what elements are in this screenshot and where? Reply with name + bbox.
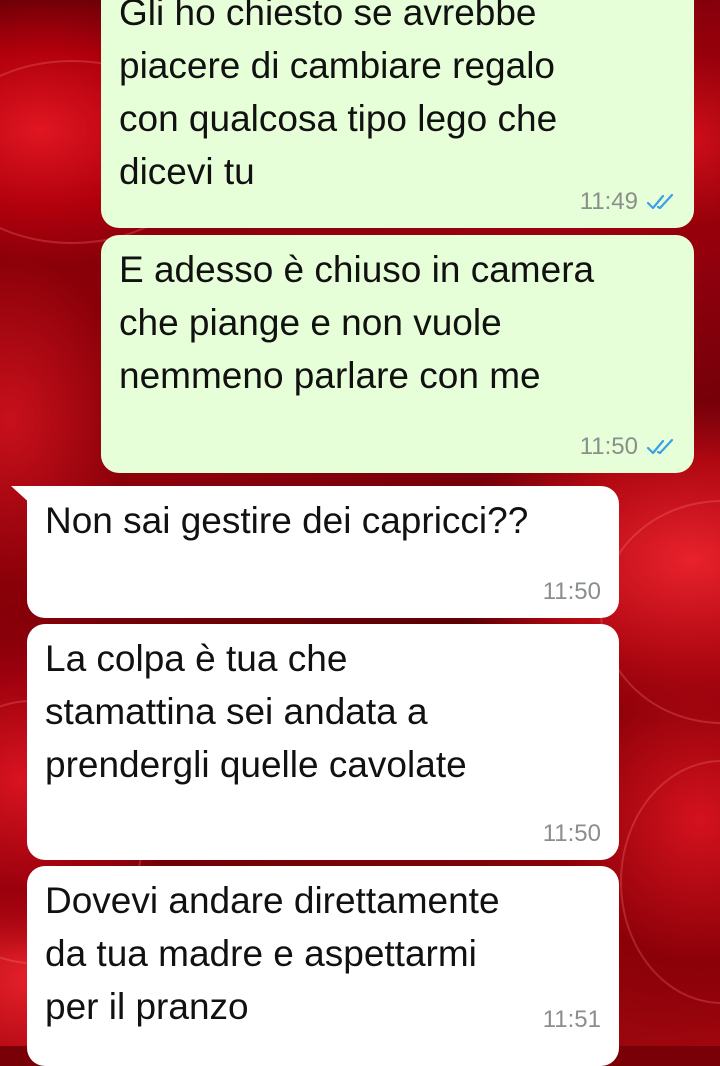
message-meta: 11:51 bbox=[543, 1008, 601, 1032]
message-text: La colpa è tua che stamattina sei andata… bbox=[45, 638, 467, 785]
message-text: Non sai gestire dei capricci?? bbox=[45, 500, 529, 541]
message-meta: 11:50 bbox=[543, 580, 601, 604]
message-text: Gli ho chiesto se avrebbe piacere di cam… bbox=[119, 0, 558, 192]
outgoing-message-bubble[interactable]: Gli ho chiesto se avrebbe piacere di cam… bbox=[101, 0, 694, 228]
incoming-message-bubble[interactable]: La colpa è tua che stamattina sei andata… bbox=[27, 624, 619, 860]
message-text: Dovevi andare direttamente da tua madre … bbox=[45, 880, 500, 1027]
petal-decoration bbox=[620, 760, 720, 1004]
message-meta: 11:50 bbox=[543, 822, 601, 846]
message-meta: 11:49 bbox=[580, 190, 676, 214]
incoming-message-bubble[interactable]: Non sai gestire dei capricci?? 11:50 bbox=[11, 486, 619, 618]
message-timestamp: 11:51 bbox=[542, 1006, 601, 1033]
message-timestamp: 11:50 bbox=[579, 433, 638, 460]
message-timestamp: 11:50 bbox=[542, 578, 601, 605]
double-check-read-icon bbox=[646, 438, 674, 455]
message-text: E adesso è chiuso in camera che piange e… bbox=[119, 249, 595, 396]
outgoing-message-bubble[interactable]: E adesso è chiuso in camera che piange e… bbox=[101, 235, 694, 473]
double-check-read-icon bbox=[646, 193, 674, 210]
message-meta: 11:50 bbox=[580, 435, 676, 459]
message-timestamp: 11:50 bbox=[542, 820, 601, 847]
incoming-message-bubble[interactable]: Dovevi andare direttamente da tua madre … bbox=[27, 866, 619, 1066]
message-timestamp: 11:49 bbox=[579, 188, 638, 215]
